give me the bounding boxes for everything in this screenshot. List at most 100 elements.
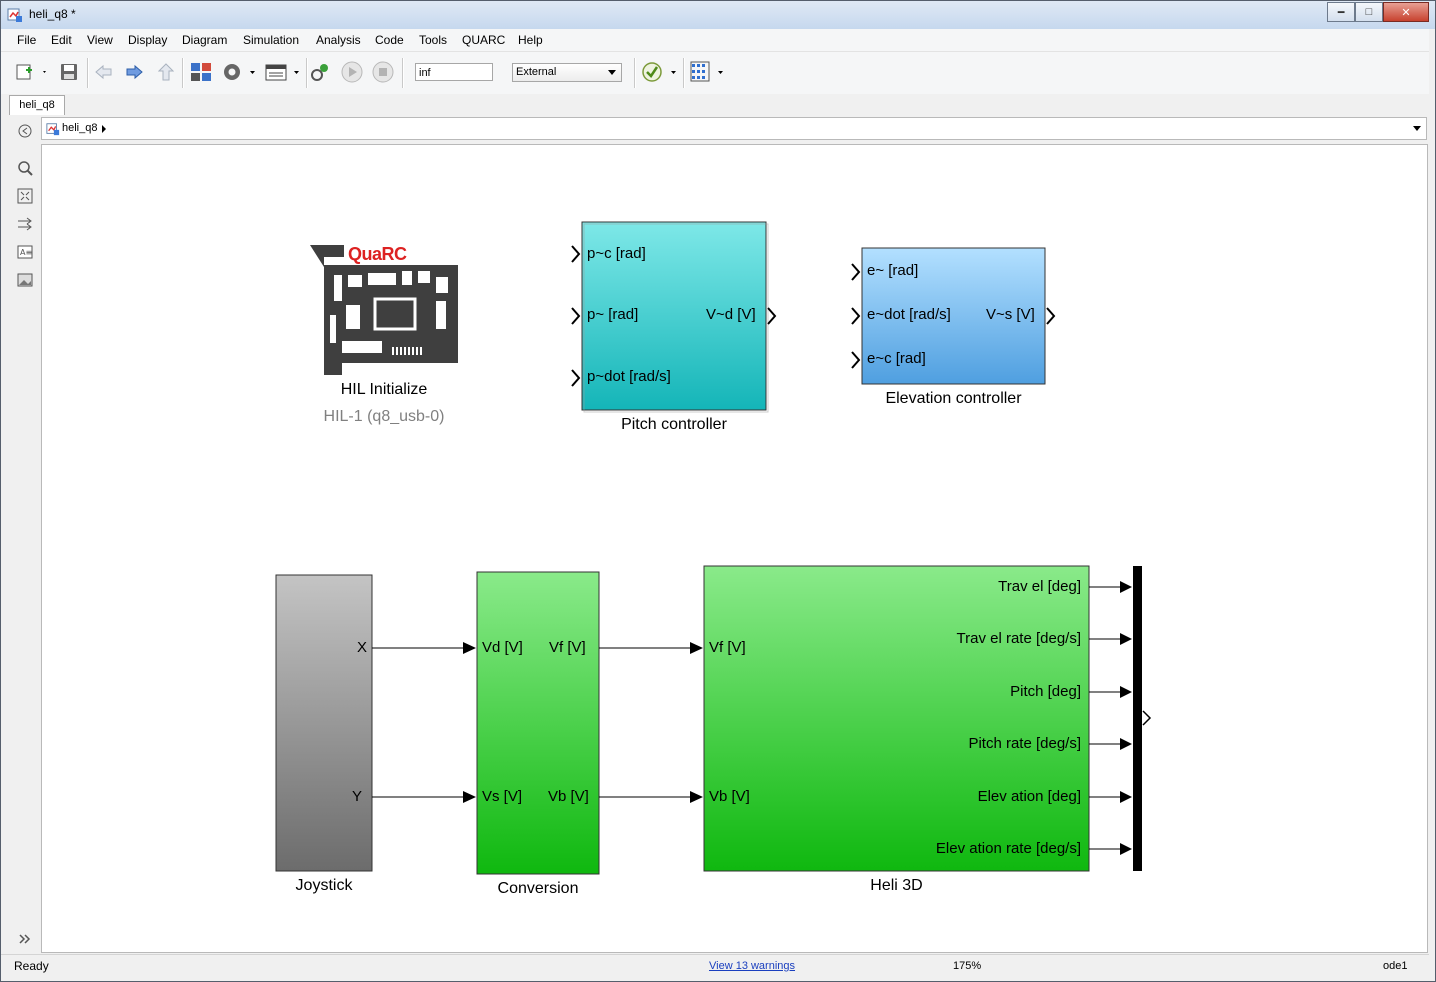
arrow-button[interactable] [17,216,33,232]
new-model-icon [16,64,46,80]
close-button[interactable]: ✕ [1383,2,1429,22]
chevron-down-icon[interactable] [1412,125,1422,133]
stop-button[interactable] [372,61,394,83]
diagram-canvas[interactable]: QuaRC HIL Initialize HIL-1 (q8_usb-0) p~… [41,144,1428,953]
conversion-in-1: Vd [V] [482,639,523,656]
model-explorer-button[interactable] [263,61,303,83]
arrow-left-icon [95,64,112,80]
new-model-button[interactable] [13,61,49,83]
simulink-model-icon [46,123,60,136]
pitch-controller-name[interactable]: Pitch controller [582,416,766,434]
menu-edit[interactable]: Edit [51,33,72,47]
image-button[interactable] [17,272,33,288]
menu-diagram[interactable]: Diagram [182,33,227,47]
hide-explorer-button[interactable] [17,123,33,139]
elevation-out-port: V~s [V] [986,306,1035,323]
joystick-out-y: Y [352,788,363,805]
menu-file[interactable]: File [17,33,36,47]
model-explorer-icon [265,64,299,81]
menu-simulation[interactable]: Simulation [243,33,299,47]
conversion-in-2: Vs [V] [482,788,523,805]
pitch-out-port: V~d [V] [706,306,756,323]
solver-name: ode1 [1383,960,1408,972]
heli-out-pitch: Pitch [deg] [1010,683,1081,700]
tool-palette: A≡ [9,115,40,953]
minimize-button[interactable]: ━ [1327,2,1355,22]
mux-block[interactable] [1133,566,1142,871]
pitch-in-port-3: p~dot [rad/s] [587,368,671,385]
heli-in-1: Vf [V] [709,639,746,656]
breadcrumb-model[interactable]: heli_q8 [62,122,97,134]
conversion-block[interactable] [476,571,600,875]
run-button[interactable] [341,61,363,83]
minimize-icon: ━ [1337,6,1345,19]
status-bar: Ready View 13 warnings 175% ode1 [1,954,1429,979]
breadcrumb: heli_q8 [41,117,1427,140]
menu-analysis[interactable]: Analysis [316,33,361,47]
stop-icon [372,61,394,83]
view-warnings-link[interactable]: View 13 warnings [709,960,795,972]
stop-time-input[interactable]: inf [415,63,493,81]
checkmark-icon [642,62,676,82]
quarc-logo-text: QuaRC [348,244,407,264]
tab-strip: heli_q8 [1,94,1429,115]
menu-view[interactable]: View [87,33,113,47]
image-icon [17,273,33,287]
annotation-button[interactable]: A≡ [17,244,33,260]
model-config-button[interactable] [219,61,259,83]
joystick-out-x: X [357,639,368,656]
save-button[interactable] [59,61,79,83]
conversion-out-2: Vb [V] [548,788,589,805]
hil-initialize-name[interactable]: HIL Initialize [282,381,486,399]
joystick-name[interactable]: Joystick [276,877,372,895]
maximize-button[interactable]: □ [1355,2,1383,22]
forward-button[interactable] [124,61,144,83]
grid-icon [690,61,723,82]
heli-3d-name[interactable]: Heli 3D [704,877,1089,895]
heli-out-travel: Trav el [deg] [998,578,1081,595]
simulation-mode-value: External [516,66,557,78]
status-text: Ready [14,959,49,973]
mux-output-port [1142,710,1152,726]
quarc-hardware-button[interactable] [689,61,729,83]
menu-tools[interactable]: Tools [419,33,447,47]
build-button[interactable] [310,61,332,83]
window-title: heli_q8 * [29,7,76,21]
model-advisor-button[interactable] [639,61,681,83]
back-button[interactable] [94,61,114,83]
expand-palette-button[interactable] [17,931,33,947]
menu-quarc[interactable]: QUARC [462,33,505,47]
up-button[interactable] [156,61,176,83]
heli-in-2: Vb [V] [709,788,750,805]
simulation-mode-select[interactable]: External [512,63,622,82]
elevation-controller-name[interactable]: Elevation controller [854,390,1053,408]
joystick-block[interactable] [275,574,373,872]
zoom-icon [18,161,33,176]
heli-out-pitch-rate: Pitch rate [deg/s] [968,735,1081,752]
heli-out-elevation-rate: Elev ation rate [deg/s] [935,840,1081,857]
play-icon [341,61,363,83]
diagram-graphics [275,221,1152,875]
library-browser-icon [191,63,211,81]
menu-display[interactable]: Display [128,33,167,47]
elevation-in-port-3: e~c [rad] [867,350,926,367]
menu-help[interactable]: Help [518,33,543,47]
elevation-in-port-2: e~dot [rad/s] [867,306,951,323]
tab-heli-q8[interactable]: heli_q8 [9,95,65,115]
close-icon: ✕ [1401,6,1411,19]
library-browser-button[interactable] [189,61,213,83]
collapse-icon [18,124,32,138]
zoom-level: 175% [953,960,982,972]
fit-to-view-button[interactable] [17,188,33,204]
svg-text:A≡: A≡ [20,248,32,257]
heli-3d-block[interactable] [703,565,1090,872]
menu-code[interactable]: Code [375,33,404,47]
conversion-out-1: Vf [V] [549,639,586,656]
chevron-right-icon[interactable] [101,124,107,134]
menu-bar: File Edit View Display Diagram Simulatio… [1,29,1429,52]
conversion-name[interactable]: Conversion [477,880,599,898]
arrows-icon [18,217,32,231]
zoom-button[interactable] [17,160,33,176]
fit-view-icon [17,188,33,204]
connect-icon [311,64,328,81]
